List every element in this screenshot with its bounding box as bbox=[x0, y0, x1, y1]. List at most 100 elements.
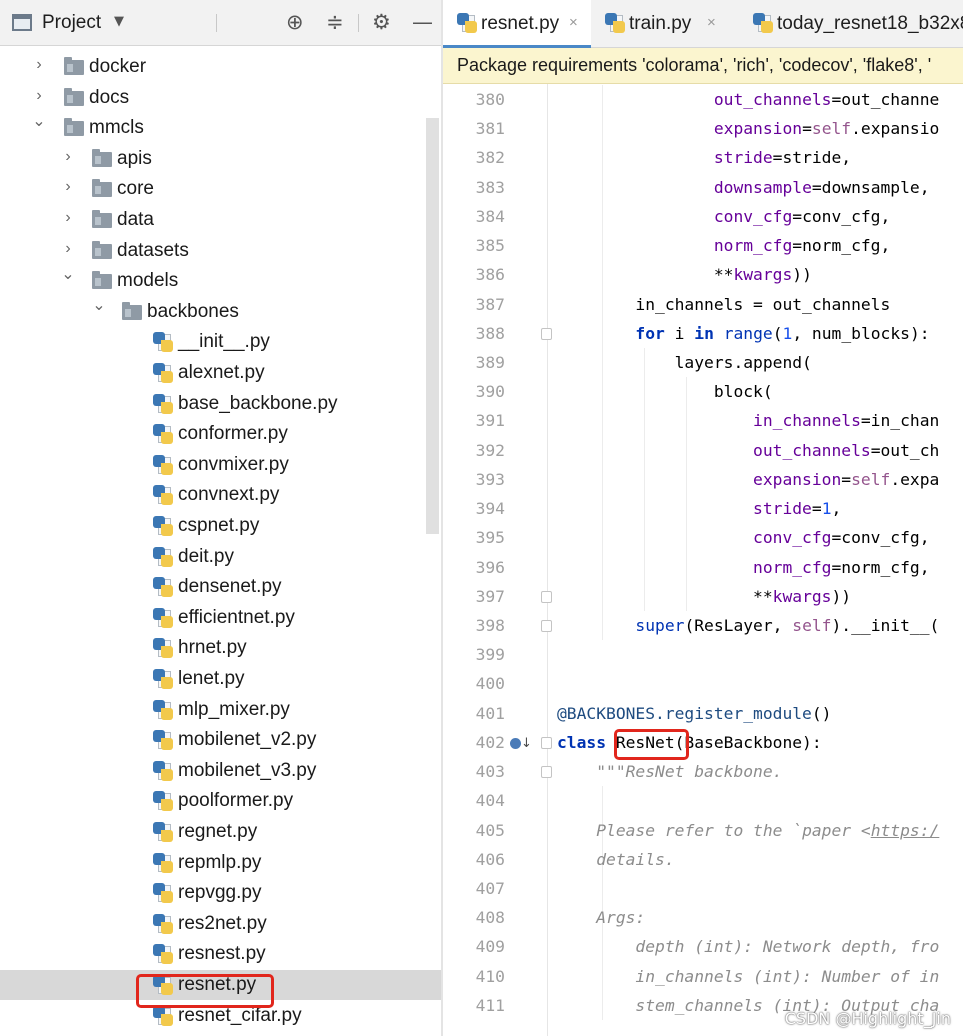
tree-file[interactable]: poolformer.py bbox=[0, 786, 441, 816]
editor-tab[interactable]: today_resnet18_b32x8_ bbox=[739, 0, 963, 48]
line-number: 391 bbox=[475, 411, 505, 431]
chevron-right-icon[interactable]: › bbox=[32, 56, 46, 74]
collapse-all-icon[interactable]: ≑ bbox=[326, 10, 344, 34]
fold-marker-icon[interactable] bbox=[541, 327, 552, 340]
code-line[interactable]: 383 downsample=downsample, bbox=[443, 173, 963, 202]
tree-file[interactable]: convnext.py bbox=[0, 480, 441, 510]
tree-file[interactable]: mobilenet_v3.py bbox=[0, 756, 441, 786]
code-line[interactable]: 409 depth (int): Network depth, fro bbox=[443, 932, 963, 961]
tree-folder[interactable]: › core bbox=[0, 174, 441, 204]
code-line[interactable]: 401 @BACKBONES.register_module() bbox=[443, 699, 963, 728]
tree-folder[interactable]: › docker bbox=[0, 52, 441, 82]
tree-file[interactable]: repmlp.py bbox=[0, 848, 441, 878]
tree-folder[interactable]: ⌄ mmcls bbox=[0, 113, 441, 143]
tree-scrollbar[interactable] bbox=[426, 118, 439, 534]
tree-file[interactable]: res2net.py bbox=[0, 909, 441, 939]
chevron-down-icon[interactable]: ⌄ bbox=[32, 111, 46, 131]
code-line[interactable]: 400 bbox=[443, 669, 963, 698]
editor-tab[interactable]: resnet.py × bbox=[443, 0, 591, 48]
fold-marker-icon[interactable] bbox=[541, 619, 552, 632]
tree-file[interactable]: densenet.py bbox=[0, 572, 441, 602]
code-line[interactable]: 398 super(ResLayer, self).__init__( bbox=[443, 611, 963, 640]
code-line[interactable]: 387 in_channels = out_channels bbox=[443, 290, 963, 319]
tree-folder[interactable]: › datasets bbox=[0, 236, 441, 266]
python-file-icon bbox=[153, 852, 174, 874]
fold-marker-icon[interactable] bbox=[541, 590, 552, 603]
code-line[interactable]: 408 Args: bbox=[443, 903, 963, 932]
code-line[interactable]: 382 stride=stride, bbox=[443, 143, 963, 172]
code-line[interactable]: 407 bbox=[443, 874, 963, 903]
line-number: 411 bbox=[475, 995, 505, 1015]
chevron-right-icon[interactable]: › bbox=[61, 209, 75, 227]
code-line[interactable]: 381 expansion=self.expansio bbox=[443, 114, 963, 143]
tree-file[interactable]: base_backbone.py bbox=[0, 389, 441, 419]
tab-label: today_resnet18_b32x8_ bbox=[777, 13, 963, 34]
code-line[interactable]: 404 bbox=[443, 786, 963, 815]
tree-file[interactable]: efficientnet.py bbox=[0, 603, 441, 633]
python-file-icon bbox=[457, 13, 478, 34]
code-line[interactable]: 385 norm_cfg=norm_cfg, bbox=[443, 231, 963, 260]
tree-folder[interactable]: › data bbox=[0, 205, 441, 235]
tree-file[interactable]: resnest.py bbox=[0, 939, 441, 969]
code-line[interactable]: 399 bbox=[443, 640, 963, 669]
chevron-down-icon[interactable]: ▼ bbox=[114, 14, 124, 29]
code-line[interactable]: 406 details. bbox=[443, 845, 963, 874]
tree-file[interactable]: convmixer.py bbox=[0, 450, 441, 480]
chevron-right-icon[interactable]: › bbox=[32, 87, 46, 105]
tree-file[interactable]: deit.py bbox=[0, 542, 441, 572]
code-line[interactable]: 396 norm_cfg=norm_cfg, bbox=[443, 553, 963, 582]
chevron-right-icon[interactable]: › bbox=[61, 148, 75, 166]
fold-marker-icon[interactable] bbox=[541, 766, 552, 779]
tree-file[interactable]: conformer.py bbox=[0, 419, 441, 449]
code-line[interactable]: 390 block( bbox=[443, 377, 963, 406]
tree-file[interactable]: alexnet.py bbox=[0, 358, 441, 388]
crosshair-icon[interactable]: ⊕ bbox=[286, 10, 304, 34]
code-line[interactable]: 395 conv_cfg=conv_cfg, bbox=[443, 523, 963, 552]
code-line[interactable]: 392 out_channels=out_ch bbox=[443, 436, 963, 465]
minimize-icon[interactable]: — bbox=[412, 10, 433, 34]
tree-file[interactable]: cspnet.py bbox=[0, 511, 441, 541]
line-number: 406 bbox=[475, 849, 505, 869]
implements-icon[interactable]: ↓ bbox=[510, 736, 532, 752]
project-title[interactable]: Project bbox=[42, 12, 101, 34]
fold-marker-icon[interactable] bbox=[541, 736, 552, 749]
code-line[interactable]: 388 for i in range(1, num_blocks): bbox=[443, 319, 963, 348]
tree-file[interactable]: repvgg.py bbox=[0, 878, 441, 908]
code-line[interactable]: 391 in_channels=in_chan bbox=[443, 406, 963, 435]
code-line[interactable]: 393 expansion=self.expa bbox=[443, 465, 963, 494]
python-file-icon bbox=[153, 638, 174, 659]
code-line[interactable]: 405 Please refer to the `paper <https:/ bbox=[443, 816, 963, 845]
code-line[interactable]: 403 """ResNet backbone. bbox=[443, 757, 963, 786]
chevron-right-icon[interactable]: › bbox=[61, 240, 75, 258]
code-text: """ResNet backbone. bbox=[596, 762, 783, 782]
tree-folder[interactable]: › apis bbox=[0, 144, 441, 174]
code-line[interactable]: 394 stride=1, bbox=[443, 494, 963, 523]
tree-folder[interactable]: ⌄ backbones bbox=[0, 297, 441, 327]
chevron-down-icon[interactable]: ⌄ bbox=[61, 264, 75, 284]
code-text: stride=stride, bbox=[713, 148, 852, 168]
tree-folder[interactable]: › docs bbox=[0, 83, 441, 113]
close-icon[interactable]: × bbox=[707, 14, 716, 31]
tree-file[interactable]: __init__.py bbox=[0, 327, 441, 357]
close-icon[interactable]: × bbox=[569, 14, 578, 31]
tree-file[interactable]: mobilenet_v2.py bbox=[0, 725, 441, 755]
code-line[interactable]: 397 **kwargs)) bbox=[443, 582, 963, 611]
code-line[interactable]: 389 layers.append( bbox=[443, 348, 963, 377]
tree-item-label: mobilenet_v3.py bbox=[178, 759, 317, 781]
python-file-icon bbox=[153, 363, 174, 384]
code-line[interactable]: 410 in_channels (int): Number of in bbox=[443, 962, 963, 991]
code-line[interactable]: 380 out_channels=out_channe bbox=[443, 85, 963, 114]
code-line[interactable]: 386 **kwargs)) bbox=[443, 260, 963, 289]
tree-folder[interactable]: ⌄ models bbox=[0, 266, 441, 296]
tree-file[interactable]: hrnet.py bbox=[0, 633, 441, 663]
tree-file[interactable]: regnet.py bbox=[0, 817, 441, 847]
tree-file[interactable]: mlp_mixer.py bbox=[0, 695, 441, 725]
gear-icon[interactable]: ⚙ bbox=[372, 10, 391, 34]
chevron-down-icon[interactable]: ⌄ bbox=[92, 295, 106, 315]
code-line[interactable]: 384 conv_cfg=conv_cfg, bbox=[443, 202, 963, 231]
tree-file[interactable]: lenet.py bbox=[0, 664, 441, 694]
line-number: 401 bbox=[475, 703, 505, 723]
chevron-right-icon[interactable]: › bbox=[61, 178, 75, 196]
editor-tab[interactable]: train.py × bbox=[591, 0, 739, 48]
code-area[interactable]: 380 out_channels=out_channe 381 expansion… bbox=[443, 84, 963, 1036]
